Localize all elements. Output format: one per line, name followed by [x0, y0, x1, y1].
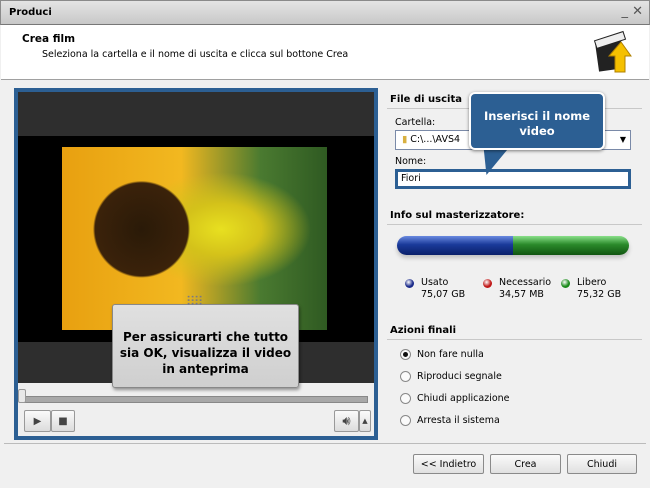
stop-icon: ■	[58, 415, 68, 427]
wizard-header: Crea film Seleziona la cartella e il nom…	[1, 25, 649, 80]
page-title: Crea film	[22, 33, 76, 45]
legend-label: Usato	[421, 277, 449, 288]
radio-label: Non fare nulla	[417, 349, 484, 360]
close-button[interactable]: ✕	[632, 4, 643, 19]
legend-value: 75,32 GB	[577, 289, 622, 300]
burner-section-title: Info sul masterizzatore:	[390, 210, 525, 221]
folder-label: Cartella:	[395, 117, 436, 128]
title-bar: Produci _ ✕	[0, 0, 650, 25]
seek-thumb[interactable]	[18, 389, 26, 403]
page-subtitle: Seleziona la cartella e il nome di uscit…	[42, 49, 349, 60]
radio-option[interactable]: Non fare nulla	[400, 349, 484, 360]
close-dialog-button[interactable]: Chiudi	[567, 454, 637, 474]
create-button[interactable]: Crea	[490, 454, 561, 474]
name-input[interactable]: Fiori	[395, 169, 631, 189]
radio-button[interactable]	[400, 415, 411, 426]
notebook-rings-icon: ⫶⫶⫶⫶	[187, 294, 204, 308]
legend-value: 34,57 MB	[499, 289, 544, 300]
preview-tip-note: ⫶⫶⫶⫶ Per assicurarti che tutto sia OK, v…	[112, 294, 299, 388]
minimize-button[interactable]: _	[621, 4, 628, 19]
legend-dot-icon	[561, 279, 570, 288]
radio-button[interactable]	[400, 349, 411, 360]
radio-label: Chiudi applicazione	[417, 393, 510, 404]
name-hint-callout: Inserisci il nome video	[469, 92, 605, 150]
disk-usage-bar	[397, 236, 629, 255]
seek-bar[interactable]	[24, 396, 368, 403]
legend-2: Libero 75,32 GB	[561, 277, 621, 301]
radio-option[interactable]: Riproduci segnale	[400, 371, 502, 382]
legend-label: Libero	[577, 277, 607, 288]
folder-icon: ▮	[402, 134, 408, 145]
legend-value: 75,07 GB	[421, 289, 466, 300]
legend-1: Necessario 34,57 MB	[483, 277, 551, 301]
radio-option[interactable]: Chiudi applicazione	[400, 393, 510, 404]
legend-0: Usato 75,07 GB	[405, 277, 465, 301]
output-section-title: File di uscita	[390, 94, 462, 105]
back-button[interactable]: << Indietro	[413, 454, 484, 474]
legend-dot-icon	[405, 279, 414, 288]
radio-label: Arresta il sistema	[417, 415, 500, 426]
volume-button[interactable]: 🔊︎	[334, 410, 359, 432]
play-icon: ▶	[33, 415, 42, 427]
legend-label: Necessario	[499, 277, 552, 288]
actions-section-title: Azioni finali	[390, 325, 457, 336]
radio-button[interactable]	[400, 371, 411, 382]
play-button[interactable]: ▶	[24, 410, 51, 432]
film-clapper-icon	[593, 30, 632, 73]
free-fill	[513, 236, 629, 255]
caret-up-icon: ▲	[362, 417, 368, 425]
volume-dropdown[interactable]: ▲	[359, 410, 371, 432]
speaker-icon: 🔊︎	[342, 413, 351, 429]
legend-dot-icon	[483, 279, 492, 288]
video-preview-panel: ⫶⫶⫶⫶ Per assicurarti che tutto sia OK, v…	[14, 88, 378, 440]
name-label: Nome:	[395, 156, 427, 167]
radio-option[interactable]: Arresta il sistema	[400, 415, 500, 426]
chevron-down-icon: ▼	[619, 135, 626, 144]
stop-button[interactable]: ■	[51, 410, 75, 432]
radio-button[interactable]	[400, 393, 411, 404]
window-title: Produci	[9, 7, 52, 18]
used-fill	[397, 236, 513, 255]
radio-label: Riproduci segnale	[417, 371, 502, 382]
